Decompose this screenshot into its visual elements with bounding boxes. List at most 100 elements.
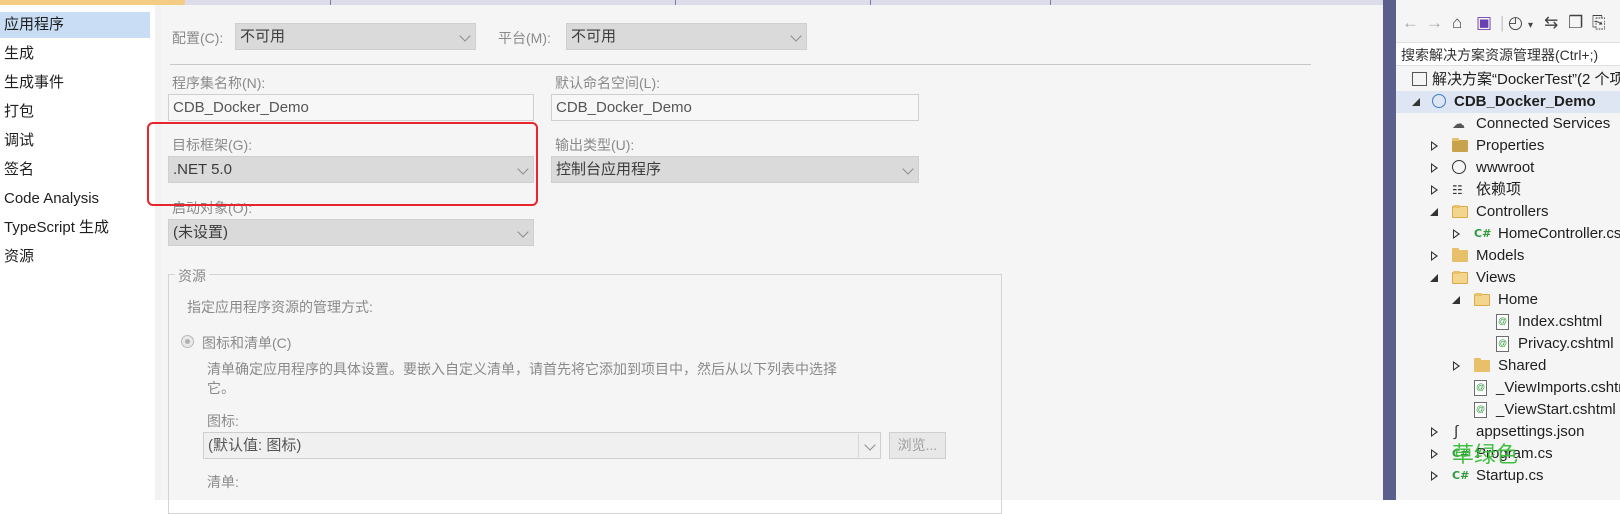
output-type-label: 输出类型(U):	[555, 137, 635, 153]
panel-splitter[interactable]	[1383, 0, 1396, 500]
tree-item-label: Home	[1498, 291, 1539, 308]
tree-item-label: Connected Services	[1476, 115, 1611, 132]
chevron-down-icon	[459, 30, 471, 42]
expanded-arrow-icon[interactable]	[1412, 91, 1422, 113]
collapsed-arrow-icon[interactable]	[1430, 179, 1440, 201]
show-all-files-icon[interactable]: ⎘	[1592, 13, 1606, 33]
tree-item-project[interactable]: CDB_Docker_Demo	[1396, 91, 1620, 113]
collapsed-arrow-icon[interactable]	[1452, 223, 1462, 245]
expanded-arrow-icon[interactable]	[1430, 201, 1440, 223]
configuration-value: 不可用	[240, 28, 286, 45]
tree-item-viewstart[interactable]: _ViewStart.cshtml	[1396, 399, 1620, 421]
collapsed-arrow-icon[interactable]	[1430, 465, 1440, 487]
razor-file-icon	[1496, 336, 1509, 352]
default-namespace-label: 默认命名空间(L):	[555, 75, 660, 91]
configuration-dropdown[interactable]: 不可用	[235, 23, 476, 50]
csharp-file-icon: C#	[1452, 469, 1470, 482]
platform-value: 不可用	[571, 28, 617, 45]
annotation-highlight-box	[147, 122, 538, 206]
nav-item-resources[interactable]: 资源	[4, 244, 34, 270]
folder-open-icon	[1452, 271, 1468, 284]
solution-icon	[1412, 72, 1427, 86]
tree-item-label: Models	[1476, 247, 1525, 264]
collapsed-arrow-icon[interactable]	[1430, 157, 1440, 179]
icon-label: 图标:	[207, 413, 239, 429]
csharp-file-icon: C#	[1474, 227, 1492, 240]
resources-group-title: 资源	[175, 266, 209, 286]
icon-manifest-radio[interactable]	[181, 335, 194, 348]
startup-object-dropdown[interactable]: (未设置)	[168, 219, 534, 246]
chevron-down-icon	[864, 439, 876, 451]
tree-item-label: _ViewImports.cshtml	[1496, 379, 1620, 396]
collapsed-arrow-icon[interactable]	[1430, 443, 1440, 465]
solution-explorer-search-input[interactable]: 搜索解决方案资源管理器(Ctrl+;)	[1396, 42, 1620, 66]
icon-dropdown[interactable]: (默认值: 图标)	[203, 432, 881, 459]
expanded-arrow-icon[interactable]	[1452, 289, 1462, 311]
pending-changes-filter-icon[interactable]: ◴	[1508, 13, 1523, 33]
nav-item-typescript-build[interactable]: TypeScript 生成	[4, 215, 109, 241]
tree-item-label: CDB_Docker_Demo	[1454, 93, 1596, 110]
tree-item-home[interactable]: Home	[1396, 289, 1620, 311]
collapsed-arrow-icon[interactable]	[1430, 135, 1440, 157]
icon-manifest-radio-label: 图标和清单(C)	[202, 335, 292, 351]
chevron-down-icon	[902, 163, 914, 175]
tree-item-controllers[interactable]: Controllers	[1396, 201, 1620, 223]
tree-item-models[interactable]: Models	[1396, 245, 1620, 267]
divider	[170, 64, 1311, 65]
platform-dropdown[interactable]: 不可用	[566, 23, 807, 50]
tree-item-dependencies[interactable]: ☷ 依赖项	[1396, 179, 1620, 201]
tree-item-privacy[interactable]: Privacy.cshtml	[1396, 333, 1620, 355]
tree-item-connected-services[interactable]: ☁ Connected Services	[1396, 113, 1620, 135]
switch-views-icon[interactable]: ▣	[1476, 13, 1492, 33]
assembly-name-input[interactable]: CDB_Docker_Demo	[168, 94, 534, 121]
nav-item-debug[interactable]: 调试	[4, 128, 34, 154]
tree-item-properties[interactable]: Properties	[1396, 135, 1620, 157]
razor-file-icon	[1474, 380, 1487, 396]
sync-icon[interactable]: ⇆	[1544, 13, 1558, 33]
tree-item-label: 解决方案“DockerTest”(2 个项	[1432, 71, 1620, 88]
nav-item-application[interactable]: 应用程序	[0, 12, 150, 38]
nav-item-build[interactable]: 生成	[4, 41, 34, 67]
collapsed-arrow-icon[interactable]	[1452, 355, 1462, 377]
dropdown-separator	[858, 434, 859, 457]
toolbar-separator: |	[1500, 13, 1505, 32]
output-type-dropdown[interactable]: 控制台应用程序	[551, 156, 919, 183]
collapse-all-icon[interactable]: ❐	[1568, 13, 1583, 33]
nav-item-package[interactable]: 打包	[4, 99, 34, 125]
manifest-description-line1: 清单确定应用程序的具体设置。要嵌入自定义清单，请首先将它添加到项目中，然后从以下…	[207, 361, 837, 377]
tree-item-label: Properties	[1476, 137, 1545, 154]
chevron-down-icon[interactable]: ▾	[1528, 16, 1533, 36]
tree-item-views[interactable]: Views	[1396, 267, 1620, 289]
back-icon[interactable]: ←	[1402, 13, 1419, 33]
collapsed-arrow-icon[interactable]	[1430, 245, 1440, 267]
collapsed-arrow-icon[interactable]	[1430, 421, 1440, 443]
watermark-text: 草绿色	[1452, 443, 1519, 468]
assembly-name-label: 程序集名称(N):	[172, 75, 266, 91]
razor-file-icon	[1496, 314, 1509, 330]
tree-item-solution[interactable]: 解决方案“DockerTest”(2 个项	[1396, 69, 1620, 91]
manifest-label: 清单:	[207, 474, 239, 490]
tree-item-label: Views	[1476, 269, 1516, 286]
chevron-down-icon	[790, 30, 802, 42]
default-namespace-input[interactable]: CDB_Docker_Demo	[551, 94, 919, 121]
forward-icon[interactable]: →	[1426, 13, 1443, 33]
tree-item-homecontroller[interactable]: C# HomeController.cs	[1396, 223, 1620, 245]
nav-item-code-analysis[interactable]: Code Analysis	[4, 186, 99, 212]
folder-icon	[1452, 248, 1468, 262]
configuration-label: 配置(C):	[172, 30, 224, 46]
tree-item-viewimports[interactable]: _ViewImports.cshtml	[1396, 377, 1620, 399]
browse-button[interactable]: 浏览...	[889, 432, 946, 459]
properties-icon	[1452, 138, 1468, 152]
nav-item-build-events[interactable]: 生成事件	[4, 70, 64, 96]
tree-item-shared[interactable]: Shared	[1396, 355, 1620, 377]
tree-item-wwwroot[interactable]: wwwroot	[1396, 157, 1620, 179]
nav-item-signing[interactable]: 签名	[4, 157, 34, 183]
platform-label: 平台(M):	[498, 30, 551, 46]
expanded-arrow-icon[interactable]	[1430, 267, 1440, 289]
solution-explorer-toolbar: ← → ⌂ ▣ | ◴ ▾ ⇆ ❐ ⎘	[1396, 6, 1620, 40]
web-project-icon	[1432, 94, 1446, 108]
property-page-nav: 应用程序 生成 生成事件 打包 调试 签名 Code Analysis Type…	[0, 5, 160, 500]
tree-item-index[interactable]: Index.cshtml	[1396, 311, 1620, 333]
tree-item-label: 依赖项	[1476, 181, 1522, 198]
home-icon[interactable]: ⌂	[1452, 13, 1462, 33]
